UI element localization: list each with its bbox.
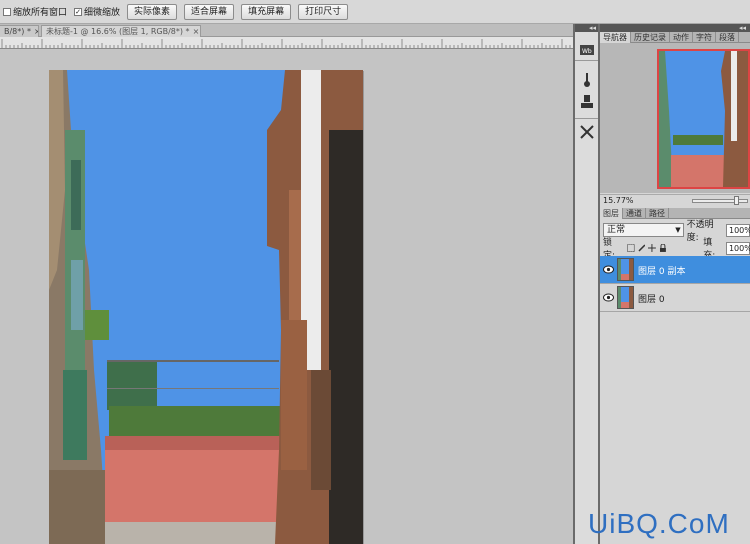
- divider: [575, 60, 598, 61]
- collapse-button[interactable]: ◂◂: [575, 24, 598, 32]
- eye-icon[interactable]: [603, 265, 614, 274]
- zoom-slider[interactable]: [692, 199, 748, 203]
- layer-thumbnail: [617, 258, 634, 281]
- blend-mode-value: 正常: [607, 225, 626, 235]
- fill-field[interactable]: 100%: [725, 241, 750, 255]
- lock-position-icon[interactable]: [648, 244, 657, 252]
- navigator-thumbnail: [659, 51, 748, 187]
- document-tab-1[interactable]: B/8*) *×: [0, 25, 39, 37]
- tools-icon[interactable]: [579, 124, 595, 140]
- watermark-logo: UiBQ.CoM: [588, 508, 730, 539]
- tab-navigator[interactable]: 导航器: [600, 32, 631, 43]
- layer-row-base[interactable]: 图层 0: [600, 284, 750, 312]
- document-tab-2[interactable]: 未标题-1 @ 16.6% (图层 1, RGB/8*) * ×: [41, 25, 201, 37]
- print-size-button[interactable]: 打印尺寸: [298, 3, 349, 20]
- scrubby-zoom-label: 细微缩放: [84, 8, 121, 18]
- layers-list: 图层 0 副本 图层 0: [600, 256, 750, 544]
- zoom-value[interactable]: 15.77%: [603, 196, 634, 205]
- navigator-preview[interactable]: [600, 43, 750, 193]
- close-icon[interactable]: ×: [193, 27, 200, 36]
- zoom-slider-handle[interactable]: [734, 196, 739, 205]
- navigator-tabs: 导航器 历史记录 动作 字符 段落: [600, 32, 750, 43]
- tool-icon-column: ◂◂ Wb: [575, 24, 598, 544]
- fill-screen-button[interactable]: 填充屏幕: [241, 3, 292, 20]
- lock-all-icon[interactable]: [659, 244, 667, 252]
- tab-history[interactable]: 历史记录: [631, 32, 670, 43]
- tab-paths[interactable]: 路径: [646, 208, 669, 219]
- tab-label: 未标题-1 @ 16.6% (图层 1, RGB/8*) *: [46, 27, 190, 36]
- checkbox-box[interactable]: [3, 7, 11, 16]
- tab-character[interactable]: 字符: [693, 32, 716, 43]
- layer-name[interactable]: 图层 0: [638, 292, 665, 305]
- horizontal-ruler[interactable]: [0, 37, 573, 49]
- actual-pixels-button[interactable]: 实际像素: [127, 3, 178, 20]
- tab-layers[interactable]: 图层: [600, 208, 623, 219]
- fit-screen-button[interactable]: 适合屏幕: [184, 3, 235, 20]
- right-panels: ◂◂ 导航器 历史记录 动作 字符 段落 15.77% 图层 通道 路径 正常 …: [600, 24, 750, 544]
- brush-tool-icon[interactable]: [579, 72, 595, 88]
- tab-channels[interactable]: 通道: [623, 208, 646, 219]
- divider: [575, 118, 598, 119]
- lock-transparency-icon[interactable]: [626, 244, 635, 252]
- svg-text:Wb: Wb: [582, 48, 592, 55]
- resize-windows-checkbox[interactable]: 缩放所有窗口: [3, 5, 67, 18]
- scrubby-zoom-checkbox[interactable]: ✓ 细微缩放: [74, 5, 120, 18]
- panel-collapse-bar[interactable]: ◂◂: [600, 24, 750, 32]
- ruler-ticks: [1, 39, 571, 48]
- chevron-down-icon: ▼: [675, 226, 681, 234]
- canvas-area[interactable]: [0, 49, 573, 544]
- layer-row-copy[interactable]: 图层 0 副本: [600, 256, 750, 284]
- camera-raw-icon[interactable]: Wb: [579, 42, 595, 58]
- lock-fill-row: 锁定: 填充: 100%: [600, 238, 750, 261]
- opacity-field[interactable]: 100%: [726, 223, 750, 237]
- options-bar: 缩放所有窗口 ✓ 细微缩放 实际像素 适合屏幕 填充屏幕 打印尺寸: [0, 0, 750, 24]
- layer-thumbnail: [617, 286, 634, 309]
- resize-windows-label: 缩放所有窗口: [13, 8, 68, 18]
- close-icon[interactable]: ×: [34, 27, 38, 36]
- navigator-zoom-bar: 15.77%: [600, 194, 750, 206]
- document-canvas[interactable]: [49, 70, 363, 544]
- stamp-tool-icon[interactable]: [579, 94, 595, 110]
- tab-paragraph[interactable]: 段落: [716, 32, 739, 43]
- tab-label: B/8*) *: [4, 27, 31, 36]
- street-photo: [49, 70, 363, 544]
- tab-actions[interactable]: 动作: [670, 32, 693, 43]
- layers-tabs: 图层 通道 路径: [600, 208, 750, 219]
- document-tab-bar: B/8*) *× 未标题-1 @ 16.6% (图层 1, RGB/8*) *×: [0, 24, 573, 37]
- eye-icon[interactable]: [603, 293, 614, 302]
- navigator-view-frame[interactable]: [657, 49, 750, 189]
- layer-name[interactable]: 图层 0 副本: [638, 264, 685, 277]
- checkbox-box-checked[interactable]: ✓: [74, 7, 83, 16]
- lock-pixels-icon[interactable]: [638, 244, 646, 252]
- panel-dock-strip: ◂◂ Wb: [573, 24, 600, 544]
